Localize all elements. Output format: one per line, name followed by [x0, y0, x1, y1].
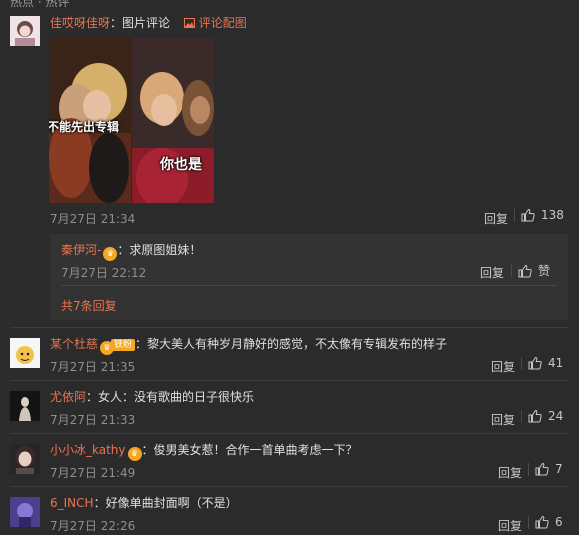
comment-image-left[interactable]: 不能先出专辑: [49, 38, 131, 203]
avatar-image: [10, 338, 40, 368]
avatar-image: [10, 497, 40, 527]
thumbs-up-icon: [528, 409, 542, 423]
like-count: 41: [548, 356, 564, 370]
like-button[interactable]: 赞: [511, 262, 550, 279]
divider: [10, 433, 569, 434]
divider: [528, 515, 529, 529]
like-count: 7: [555, 462, 563, 476]
thumbs-up-icon: [528, 356, 542, 370]
reply-button[interactable]: 回复: [491, 358, 515, 375]
fan-badge: 铁粉: [111, 339, 136, 351]
reply-button[interactable]: 回复: [480, 264, 504, 281]
vip-crown-icon: ♛: [103, 247, 118, 261]
like-button[interactable]: 138: [514, 208, 564, 222]
nested-replies: 秦伊河- ♛ ：求原图姐妹！ 7月27日 22:12 回复 赞 共7条回复: [50, 234, 568, 320]
avatar-image: [10, 16, 40, 46]
comment-text: ：俊男美女惹！合作一首单曲考虑一下？: [141, 443, 358, 457]
picture-icon: [183, 18, 195, 28]
reply-button[interactable]: 回复: [491, 411, 515, 428]
divider: [521, 356, 522, 370]
reply-button[interactable]: 回复: [484, 210, 508, 227]
like-count: 6: [555, 515, 563, 529]
username-link[interactable]: 佳哎呀佳呀: [50, 16, 110, 30]
thumbs-up-icon: [521, 208, 535, 222]
thumbs-up-icon: [518, 264, 532, 277]
divider: [10, 327, 569, 328]
comment-time: 7月27日 21:34: [50, 212, 136, 226]
comment-time: 7月27日 22:26: [50, 519, 136, 533]
vip-crown-icon: ♛: [127, 447, 142, 461]
divider: [511, 264, 512, 277]
image-comment-link[interactable]: 评论配图: [183, 16, 247, 30]
reply-time: 7月27日 22:12: [61, 266, 147, 280]
image-caption-right: 你也是: [160, 157, 202, 173]
divider: [10, 486, 569, 487]
reply-button[interactable]: 回复: [498, 464, 522, 481]
reply-button[interactable]: 回复: [498, 517, 522, 534]
avatar-image: [10, 444, 40, 474]
username-link[interactable]: 小小冰_kathy: [50, 443, 126, 457]
comment-separator: ：: [110, 16, 123, 30]
more-replies-link[interactable]: 共7条回复: [61, 298, 117, 314]
comment-time: 7月27日 21:33: [50, 413, 136, 427]
like-button[interactable]: 6: [528, 515, 563, 529]
image-link-label: 评论配图: [198, 16, 247, 30]
comment-image-right[interactable]: 你也是: [132, 38, 214, 203]
username-link[interactable]: 秦伊河-: [61, 243, 101, 257]
comment-text: ：黎大美人有种岁月静好的感觉，不太像有专辑发布的样子: [135, 337, 448, 351]
divider: [10, 380, 569, 381]
like-count: 138: [541, 208, 564, 222]
comment-text: ：好像单曲封面啊（不是）: [93, 496, 238, 510]
comment-text: 图片评论: [122, 16, 171, 30]
avatar-image: [10, 391, 40, 421]
image-caption-left: 不能先出专辑: [49, 120, 120, 134]
photo-right: [132, 38, 214, 203]
username-link[interactable]: 尤依阿: [50, 390, 86, 404]
reply-text: ：求原图姐妹！: [117, 243, 202, 257]
divider: [61, 285, 557, 286]
like-button[interactable]: 7: [528, 462, 563, 476]
divider: [521, 409, 522, 423]
comment-time: 7月27日 21:49: [50, 466, 136, 480]
avatar[interactable]: [10, 338, 40, 368]
avatar[interactable]: [10, 16, 40, 46]
like-count: 24: [548, 409, 564, 423]
like-label: 赞: [538, 264, 551, 278]
top-cut-text: 热点 · 热评: [10, 0, 70, 9]
username-link[interactable]: 某个杜慈: [50, 337, 98, 351]
comment-time: 7月27日 21:35: [50, 360, 136, 374]
comment-text: ：女人：没有歌曲的日子很快乐: [86, 390, 255, 404]
divider: [514, 208, 515, 222]
thumbs-up-icon: [535, 515, 549, 529]
avatar[interactable]: [10, 444, 40, 474]
divider: [528, 462, 529, 476]
like-button[interactable]: 24: [521, 409, 563, 423]
username-link[interactable]: 6_INCH: [50, 496, 94, 510]
thumbs-up-icon: [535, 462, 549, 476]
avatar[interactable]: [10, 391, 40, 421]
like-button[interactable]: 41: [521, 356, 563, 370]
avatar[interactable]: [10, 497, 40, 527]
